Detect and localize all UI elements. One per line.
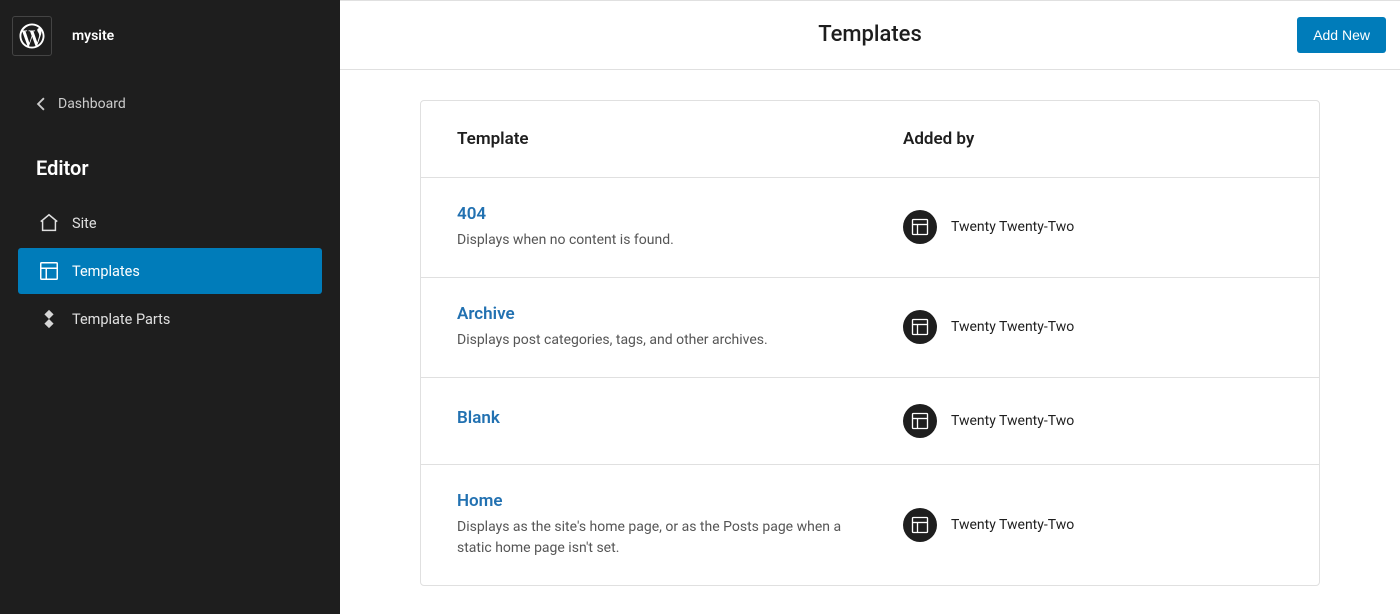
sidebar-section-title: Editor (0, 128, 340, 198)
main-content: Templates Add New Template Added by 404 D… (340, 0, 1400, 614)
template-title-link[interactable]: Home (457, 491, 503, 511)
added-by-cell: Twenty Twenty-Two (903, 508, 1283, 542)
home-icon (38, 212, 60, 234)
topbar: Templates Add New (340, 0, 1400, 70)
template-title-link[interactable]: Archive (457, 304, 515, 324)
added-by-cell: Twenty Twenty-Two (903, 404, 1283, 438)
sidebar-item-label: Template Parts (72, 311, 170, 328)
template-cell: Archive Displays post categories, tags, a… (457, 304, 903, 351)
theme-name: Twenty Twenty-Two (951, 319, 1074, 335)
table-row: 404 Displays when no content is found. Twe… (421, 178, 1319, 278)
sidebar-header: mysite (0, 8, 340, 80)
template-description: Displays as the site's home page, or as … (457, 517, 873, 559)
theme-name: Twenty Twenty-Two (951, 517, 1074, 533)
wordpress-logo-icon[interactable] (12, 16, 52, 56)
template-description: Displays post categories, tags, and othe… (457, 330, 873, 351)
table-row: Archive Displays post categories, tags, a… (421, 278, 1319, 378)
theme-layout-icon (903, 508, 937, 542)
site-name: mysite (72, 28, 114, 44)
back-label: Dashboard (58, 96, 126, 112)
table-row: Blank Twenty Twenty-Two (421, 378, 1319, 465)
content-area: Template Added by 404 Displays when no co… (340, 70, 1400, 614)
template-title-link[interactable]: Blank (457, 408, 500, 428)
symbol-icon (38, 308, 60, 330)
theme-layout-icon (903, 210, 937, 244)
back-to-dashboard-link[interactable]: Dashboard (0, 80, 340, 128)
templates-table: Template Added by 404 Displays when no co… (420, 100, 1320, 586)
sidebar: mysite Dashboard Editor Site Templates T… (0, 0, 340, 614)
column-header-template: Template (457, 129, 903, 149)
template-cell: Blank (457, 408, 903, 434)
sidebar-item-label: Templates (72, 263, 140, 280)
sidebar-item-site[interactable]: Site (18, 200, 322, 246)
column-header-added-by: Added by (903, 129, 1283, 149)
added-by-cell: Twenty Twenty-Two (903, 310, 1283, 344)
chevron-left-icon (36, 97, 46, 111)
add-new-button[interactable]: Add New (1297, 17, 1386, 53)
added-by-cell: Twenty Twenty-Two (903, 210, 1283, 244)
theme-name: Twenty Twenty-Two (951, 219, 1074, 235)
table-header: Template Added by (421, 101, 1319, 178)
sidebar-item-template-parts[interactable]: Template Parts (18, 296, 322, 342)
theme-name: Twenty Twenty-Two (951, 413, 1074, 429)
layout-icon (38, 260, 60, 282)
table-row: Home Displays as the site's home page, or… (421, 465, 1319, 585)
sidebar-item-templates[interactable]: Templates (18, 248, 322, 294)
theme-layout-icon (903, 404, 937, 438)
template-title-link[interactable]: 404 (457, 204, 486, 224)
sidebar-item-label: Site (72, 215, 97, 232)
theme-layout-icon (903, 310, 937, 344)
template-cell: 404 Displays when no content is found. (457, 204, 903, 251)
page-title: Templates (818, 22, 922, 47)
template-description: Displays when no content is found. (457, 230, 873, 251)
template-cell: Home Displays as the site's home page, or… (457, 491, 903, 559)
